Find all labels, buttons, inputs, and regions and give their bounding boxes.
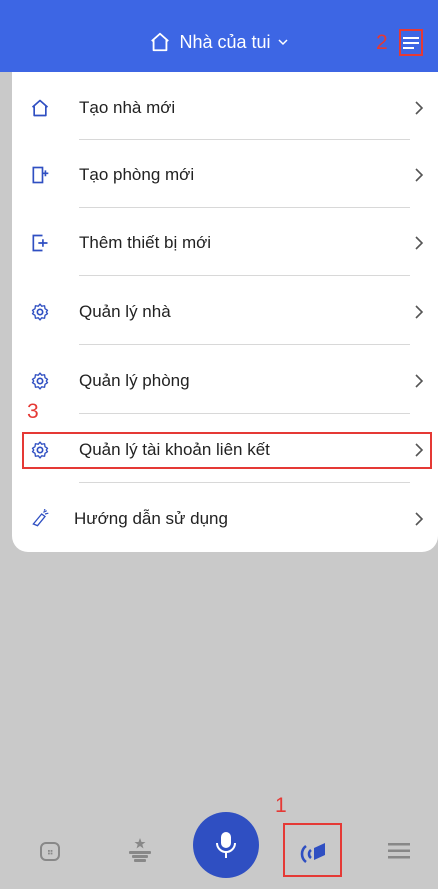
annotation-box-2 [399,29,423,56]
annotation-number-3: 3 [27,400,39,423]
annotation-box-1 [283,823,342,877]
device-plus-icon [30,233,50,253]
divider [79,413,410,414]
annotation-number-2: 2 [376,31,388,54]
menu-item-manage-home[interactable]: Quản lý nhà [0,292,426,332]
telescope-icon [30,509,50,529]
chevron-right-icon [415,305,424,319]
chevron-right-icon [415,512,424,526]
gear-icon [30,302,50,322]
nav-more-button[interactable] [386,838,412,864]
chevron-right-icon [415,168,424,182]
home-outline-icon [151,32,170,52]
menu-item-label: Quản lý tài khoản liên kết [79,440,270,459]
nav-scene-button[interactable] [124,834,156,866]
gear-icon [30,440,50,460]
chevron-right-icon [415,101,424,115]
menu-item-label: Thêm thiết bị mới [79,233,212,252]
menu-item-label: Quản lý nhà [79,302,171,321]
menu-item-add-device[interactable]: Thêm thiết bị mới [0,223,426,263]
divider [79,139,410,140]
chevron-right-icon [415,236,424,250]
chevron-down-icon [278,39,288,46]
menu-item-create-home[interactable]: Tạo nhà mới [0,88,426,128]
menu-item-label: Tạo nhà mới [79,98,176,117]
menu-lines-icon [388,843,410,859]
menu-item-user-guide[interactable]: Hướng dẫn sử dụng [0,499,426,539]
microphone-icon [216,832,236,858]
door-plus-icon [30,165,50,185]
home-grid-icon [40,842,60,861]
home-outline-icon [30,98,50,118]
divider [79,275,410,276]
home-title: Nhà của tui [179,31,271,52]
menu-item-create-room[interactable]: Tạo phòng mới [0,155,426,195]
menu-item-label: Quản lý phòng [79,371,190,390]
gear-icon [30,371,50,391]
menu-item-manage-room[interactable]: Quản lý phòng [0,361,426,401]
chevron-right-icon [415,374,424,388]
divider [79,482,410,483]
voice-assistant-button[interactable] [193,812,259,878]
menu-item-label: Tạo phòng mới [79,165,195,184]
chevron-right-icon [415,443,424,457]
scene-star-icon [129,838,151,862]
divider [79,344,410,345]
menu-item-manage-linked-accounts[interactable]: Quản lý tài khoản liên kết [0,430,426,470]
annotation-number-1: 1 [275,794,287,817]
nav-home-button[interactable] [37,838,63,864]
divider [79,207,410,208]
menu-item-label: Hướng dẫn sử dụng [74,509,228,528]
